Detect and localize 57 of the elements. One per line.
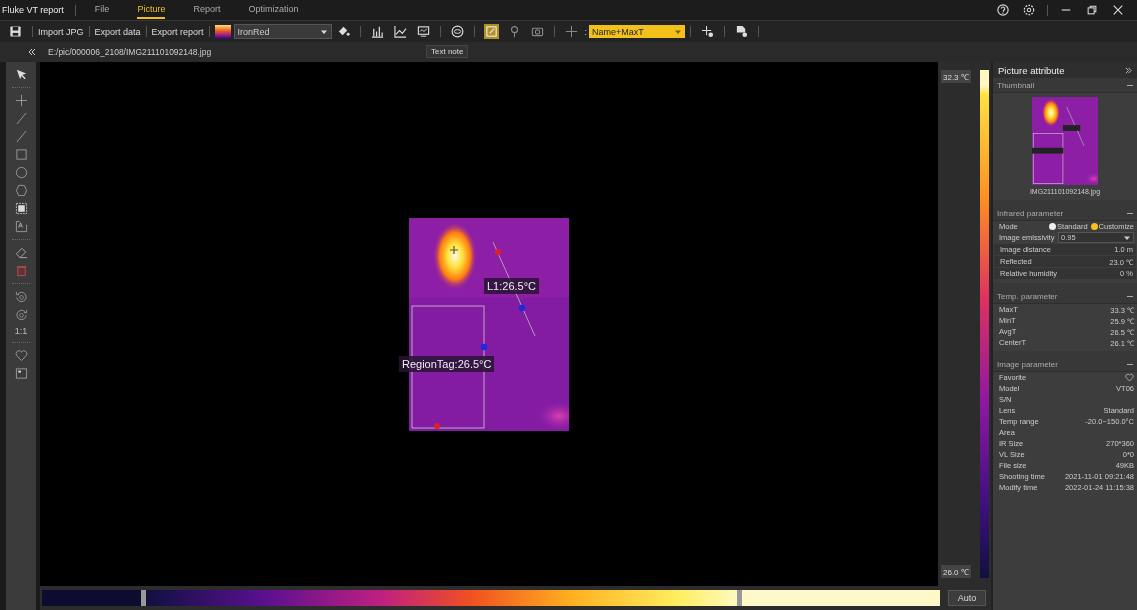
help-icon[interactable] [997, 4, 1009, 16]
toolbar-button[interactable]: Export report [151, 26, 204, 37]
min-temperature-label: 26.0 ℃ [941, 565, 971, 578]
crosshair-icon[interactable] [14, 94, 28, 107]
text-note-icon[interactable] [483, 24, 499, 39]
palette-range-slider[interactable] [42, 590, 940, 606]
section-title: Infrared parameter [997, 208, 1064, 218]
menu-tab[interactable]: Optimization [248, 1, 299, 19]
crosshair-icon[interactable] [563, 24, 579, 39]
thumbnail-image[interactable] [1032, 97, 1098, 185]
toolbar-button[interactable]: Export data [94, 26, 141, 37]
color-scale-bar[interactable] [980, 70, 989, 578]
ratio-button[interactable]: 1:1 [14, 326, 28, 336]
file-settings-icon[interactable] [734, 24, 750, 39]
rotate-left-icon[interactable] [14, 290, 28, 303]
rectangle-icon[interactable] [14, 148, 28, 161]
panel-title: Picture attribute [998, 64, 1065, 76]
section-title: Thumbnail [997, 80, 1035, 90]
menu-tab[interactable]: File [94, 1, 110, 19]
section-title: Temp. parameter [997, 291, 1058, 301]
toolbar-button[interactable]: Import JPG [38, 26, 84, 37]
collapse-icon[interactable] [28, 48, 36, 56]
tooltip: Text note [426, 45, 469, 58]
text-box-icon[interactable] [14, 220, 28, 233]
auto-button[interactable]: Auto [948, 590, 986, 606]
close-icon[interactable] [1112, 4, 1124, 16]
label-mode-dropdown[interactable]: Name+MaxT [589, 25, 686, 38]
max-temperature-label: 32.3 ℃ [941, 70, 971, 83]
app-title: Fluke VT report [1, 5, 65, 15]
settings-icon[interactable] [1023, 4, 1035, 16]
menu-tab[interactable]: Picture [137, 1, 166, 19]
circle-icon[interactable] [14, 166, 28, 179]
line-chart-icon[interactable] [392, 24, 408, 39]
range-high-handle[interactable] [737, 590, 743, 606]
heart-icon[interactable] [14, 349, 28, 362]
palette-swatch-icon [214, 24, 231, 39]
menu-tab[interactable]: Report [193, 1, 221, 19]
add-point-icon[interactable] [700, 24, 716, 39]
rotate-right-icon[interactable] [14, 308, 28, 321]
eraser-icon[interactable] [14, 246, 28, 259]
range-low-handle[interactable] [140, 590, 146, 606]
section-title: Image parameter [997, 359, 1058, 369]
restore-icon[interactable] [1086, 4, 1098, 16]
save-icon[interactable] [8, 24, 23, 39]
region-icon[interactable] [14, 202, 28, 215]
line-icon[interactable] [14, 130, 28, 143]
monitor-chart-icon[interactable] [415, 24, 431, 39]
pointer-icon[interactable] [14, 68, 28, 81]
polygon-icon[interactable] [14, 184, 28, 197]
expand-icon[interactable] [1125, 66, 1132, 74]
separator-text: : [584, 26, 588, 37]
3d-view-icon[interactable] [449, 24, 465, 39]
line-icon[interactable] [14, 112, 28, 125]
picture-icon[interactable] [14, 367, 28, 380]
file-path: E:/pic/000006_2108/IMG211101092148.jpg [48, 47, 212, 57]
palette-dropdown[interactable]: IronRed [233, 24, 332, 39]
bar-chart-icon[interactable] [369, 24, 385, 39]
